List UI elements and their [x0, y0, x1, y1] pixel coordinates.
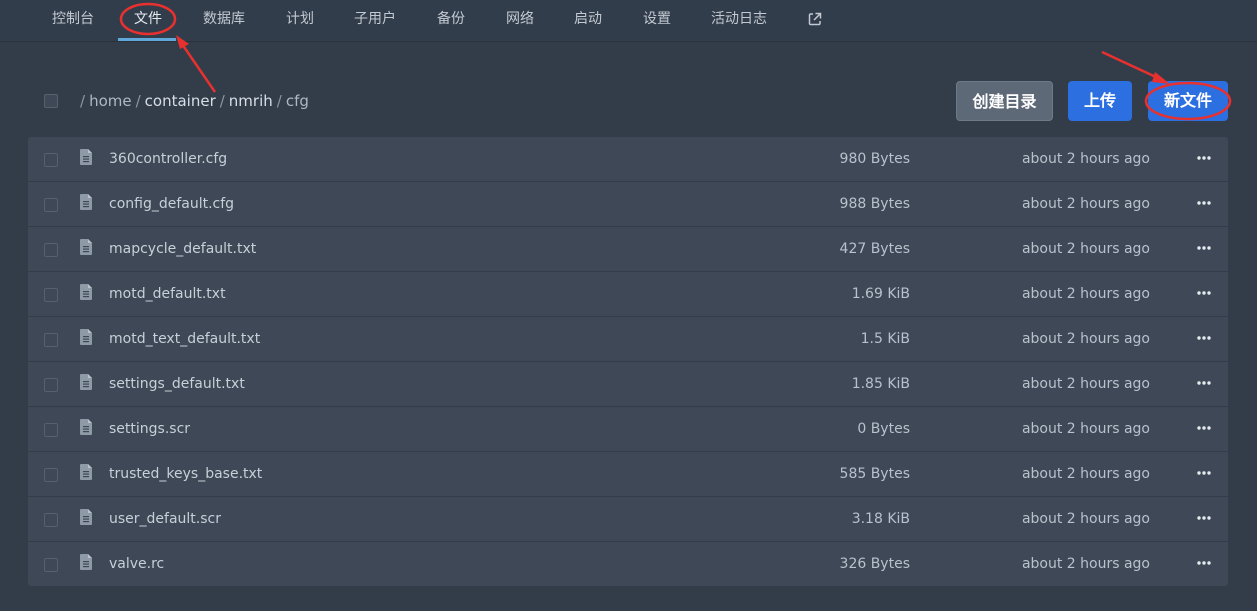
file-icon [80, 464, 92, 480]
file-size: 1.85 KiB [851, 376, 910, 392]
nav-tab-databases[interactable]: 数据库 [203, 0, 245, 39]
file-modified: about 2 hours ago [1021, 286, 1150, 302]
file-name[interactable]: settings.scr [109, 407, 190, 451]
nav-tab-files[interactable]: 文件 [134, 0, 162, 39]
file-modified: about 2 hours ago [1021, 466, 1150, 482]
select-all-checkbox[interactable] [44, 94, 58, 108]
file-name[interactable]: settings_default.txt [109, 362, 245, 406]
breadcrumb-cfg: cfg [285, 92, 309, 110]
file-size: 0 Bytes [857, 421, 910, 437]
file-name[interactable]: config_default.cfg [109, 182, 234, 226]
file-row[interactable]: motd_text_default.txt 1.5 KiB about 2 ho… [28, 317, 1228, 362]
breadcrumb-separator: / [276, 92, 282, 110]
file-size: 980 Bytes [839, 151, 910, 167]
breadcrumb-container[interactable]: container [145, 92, 216, 110]
breadcrumb-separator: / [219, 92, 225, 110]
active-tab-indicator [118, 38, 176, 41]
file-checkbox[interactable] [44, 423, 58, 437]
breadcrumb-separator: / [80, 92, 86, 110]
nav-tab-activity[interactable]: 活动日志 [711, 0, 767, 39]
external-link-icon[interactable] [807, 11, 823, 27]
file-size: 326 Bytes [839, 556, 910, 572]
file-modified: about 2 hours ago [1021, 376, 1150, 392]
file-icon [80, 509, 92, 525]
upload-button[interactable]: 上传 [1068, 81, 1132, 121]
file-name[interactable]: 360controller.cfg [109, 137, 227, 181]
more-options-icon[interactable] [1196, 285, 1212, 301]
file-size: 3.18 KiB [851, 511, 910, 527]
file-checkbox[interactable] [44, 378, 58, 392]
create-directory-button[interactable]: 创建目录 [956, 81, 1053, 121]
file-checkbox[interactable] [44, 198, 58, 212]
file-name[interactable]: user_default.scr [109, 497, 221, 541]
file-row[interactable]: user_default.scr 3.18 KiB about 2 hours … [28, 497, 1228, 542]
more-options-icon[interactable] [1196, 195, 1212, 211]
annotation-arrow-new-file [1101, 50, 1159, 80]
file-row[interactable]: config_default.cfg 988 Bytes about 2 hou… [28, 182, 1228, 227]
nav-tab-settings[interactable]: 设置 [643, 0, 671, 39]
file-checkbox[interactable] [44, 513, 58, 527]
file-name[interactable]: trusted_keys_base.txt [109, 452, 262, 496]
file-checkbox[interactable] [44, 558, 58, 572]
file-icon [80, 329, 92, 345]
breadcrumb-home[interactable]: home [89, 92, 132, 110]
file-icon [80, 149, 92, 165]
file-name[interactable]: mapcycle_default.txt [109, 227, 256, 271]
file-name[interactable]: valve.rc [109, 542, 164, 586]
more-options-icon[interactable] [1196, 555, 1212, 571]
breadcrumb-separator: / [135, 92, 141, 110]
nav-tab-console[interactable]: 控制台 [52, 0, 94, 39]
file-modified: about 2 hours ago [1021, 196, 1150, 212]
more-options-icon[interactable] [1196, 465, 1212, 481]
file-row[interactable]: settings.scr 0 Bytes about 2 hours ago [28, 407, 1228, 452]
file-icon [80, 284, 92, 300]
file-checkbox[interactable] [44, 288, 58, 302]
file-size: 585 Bytes [839, 466, 910, 482]
file-size: 1.69 KiB [851, 286, 910, 302]
file-size: 427 Bytes [839, 241, 910, 257]
file-checkbox[interactable] [44, 333, 58, 347]
file-row[interactable]: mapcycle_default.txt 427 Bytes about 2 h… [28, 227, 1228, 272]
file-name[interactable]: motd_default.txt [109, 272, 226, 316]
file-icon [80, 554, 92, 570]
breadcrumb-nmrih[interactable]: nmrih [229, 92, 273, 110]
file-row[interactable]: 360controller.cfg 980 Bytes about 2 hour… [28, 137, 1228, 182]
nav-tab-startup[interactable]: 启动 [574, 0, 602, 39]
file-modified: about 2 hours ago [1021, 151, 1150, 167]
file-row[interactable]: valve.rc 326 Bytes about 2 hours ago [28, 542, 1228, 586]
more-options-icon[interactable] [1196, 240, 1212, 256]
file-checkbox[interactable] [44, 153, 58, 167]
file-row[interactable]: settings_default.txt 1.85 KiB about 2 ho… [28, 362, 1228, 407]
more-options-icon[interactable] [1196, 420, 1212, 436]
nav-tab-backups[interactable]: 备份 [437, 0, 465, 39]
file-icon [80, 239, 92, 255]
top-nav: 控制台 文件 数据库 计划 子用户 备份 网络 启动 设置 活动日志 [0, 0, 1257, 42]
file-checkbox[interactable] [44, 468, 58, 482]
file-size: 988 Bytes [839, 196, 910, 212]
file-modified: about 2 hours ago [1021, 556, 1150, 572]
more-options-icon[interactable] [1196, 150, 1212, 166]
file-row[interactable]: motd_default.txt 1.69 KiB about 2 hours … [28, 272, 1228, 317]
file-modified: about 2 hours ago [1021, 511, 1150, 527]
new-file-button[interactable]: 新文件 [1148, 81, 1228, 121]
more-options-icon[interactable] [1196, 510, 1212, 526]
nav-tab-schedules[interactable]: 计划 [286, 0, 314, 39]
file-icon [80, 374, 92, 390]
file-name[interactable]: motd_text_default.txt [109, 317, 260, 361]
file-icon [80, 419, 92, 435]
file-checkbox[interactable] [44, 243, 58, 257]
breadcrumb: / home / container / nmrih / cfg [76, 91, 309, 111]
file-size: 1.5 KiB [860, 331, 910, 347]
annotation-arrow-files-tab [180, 43, 217, 93]
nav-tab-network[interactable]: 网络 [506, 0, 534, 39]
file-modified: about 2 hours ago [1021, 421, 1150, 437]
more-options-icon[interactable] [1196, 330, 1212, 346]
file-modified: about 2 hours ago [1021, 331, 1150, 347]
more-options-icon[interactable] [1196, 375, 1212, 391]
nav-tab-subusers[interactable]: 子用户 [354, 0, 396, 39]
file-list: 360controller.cfg 980 Bytes about 2 hour… [28, 137, 1228, 586]
file-icon [80, 194, 92, 210]
file-modified: about 2 hours ago [1021, 241, 1150, 257]
file-row[interactable]: trusted_keys_base.txt 585 Bytes about 2 … [28, 452, 1228, 497]
